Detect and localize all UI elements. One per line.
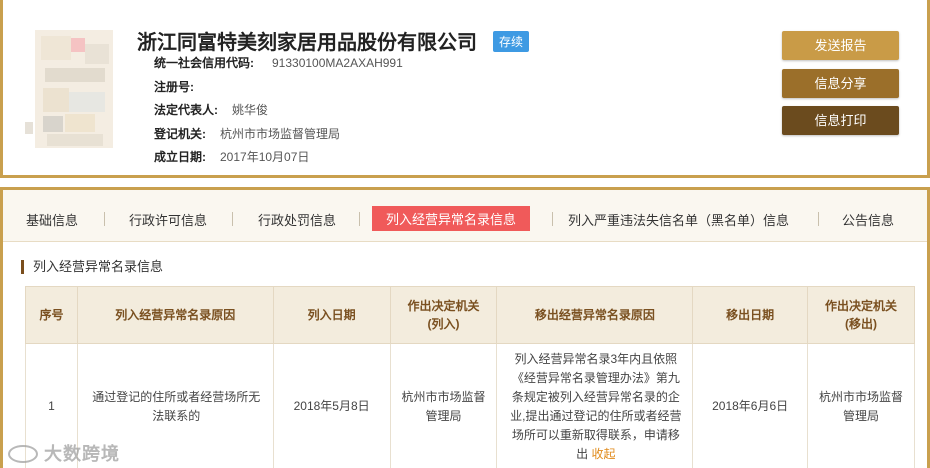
info-label: 注册号: — [154, 79, 194, 94]
status-badge: 存续 — [493, 31, 530, 52]
col-header-reason-in: 列入经营异常名录原因 — [76, 286, 274, 344]
tab-divider — [359, 212, 360, 226]
company-card: 浙江同富特美刻家居用品股份有限公司 存续 统一社会信用代码: 91330100MA… — [0, 0, 930, 178]
cell-authority-in: 杭州市市场监督管理局 — [389, 343, 498, 468]
tab-blacklist[interactable]: 列入严重违法失信名单（黑名单）信息 — [568, 210, 789, 229]
abnormal-operations-table: 序号 列入经营异常名录原因 列入日期 作出决定机关 (列入) 移出经营异常名录原… — [25, 286, 915, 468]
tab-basic-info[interactable]: 基础信息 — [26, 210, 78, 229]
send-report-button[interactable]: 发送报告 — [782, 31, 899, 60]
company-name: 浙江同富特美刻家居用品股份有限公司 — [137, 32, 477, 54]
tab-divider — [232, 212, 233, 226]
cell-authority-out: 杭州市市场监督管理局 — [807, 343, 915, 468]
header-line: 作出决定机关 — [825, 299, 898, 313]
cell-date-out: 2018年6月6日 — [692, 343, 809, 468]
company-info-list: 统一社会信用代码: 91330100MA2AXAH991 注册号: 法定代表人: 姚… — [154, 52, 403, 170]
watermark: 大数跨境 — [8, 440, 120, 466]
tab-bar: 基础信息 行政许可信息 行政处罚信息 列入经营异常名录信息 列入严重违法失信名单… — [3, 190, 927, 242]
info-label: 登记机关: — [154, 126, 206, 141]
info-value: 91330100MA2AXAH991 — [272, 56, 403, 70]
table-header-row: 序号 列入经营异常名录原因 列入日期 作出决定机关 (列入) 移出经营异常名录原… — [25, 286, 915, 344]
reason-out-text: 列入经营异常名录3年内且依照《经营异常名录管理办法》第九条规定被列入经营异常名录… — [510, 351, 682, 461]
header-line: (列入) — [427, 317, 460, 331]
info-row-established-date: 成立日期: 2017年10月07日 — [154, 146, 403, 170]
col-header-authority-out: 作出决定机关 (移出) — [807, 286, 915, 344]
tab-divider — [818, 212, 819, 226]
info-row-credit-code: 统一社会信用代码: 91330100MA2AXAH991 — [154, 52, 403, 76]
detail-panel: 基础信息 行政许可信息 行政处罚信息 列入经营异常名录信息 列入严重违法失信名单… — [0, 187, 930, 468]
info-label: 法定代表人: — [154, 103, 218, 117]
tab-divider — [104, 212, 105, 226]
col-header-seq: 序号 — [25, 286, 78, 344]
header-line: (移出) — [845, 317, 878, 331]
info-row-reg-authority: 登记机关: 杭州市市场监督管理局 — [154, 123, 403, 147]
info-label: 统一社会信用代码: — [154, 56, 254, 70]
watermark-logo-icon — [8, 445, 38, 463]
info-value: 杭州市市场监督管理局 — [220, 126, 341, 141]
info-value: 2017年10月07日 — [220, 150, 310, 164]
col-header-date-in: 列入日期 — [272, 286, 391, 344]
header-line: 作出决定机关 — [407, 299, 480, 313]
collapse-link[interactable]: 收起 — [591, 447, 615, 461]
print-info-button[interactable]: 信息打印 — [782, 106, 899, 135]
cell-date-in: 2018年5月8日 — [272, 343, 391, 468]
tab-divider — [552, 212, 553, 226]
table-row: 1 通过登记的住所或者经营场所无法联系的 2018年5月8日 杭州市市场监督管理… — [25, 343, 915, 468]
company-logo-image — [25, 18, 125, 156]
tab-abnormal-operations[interactable]: 列入经营异常名录信息 — [372, 206, 531, 231]
info-value: 姚华俊 — [232, 103, 269, 117]
info-row-reg-number: 注册号: — [154, 76, 403, 100]
cell-reason-out: 列入经营异常名录3年内且依照《经营异常名录管理办法》第九条规定被列入经营异常名录… — [496, 343, 694, 468]
share-info-button[interactable]: 信息分享 — [782, 69, 899, 98]
info-label: 成立日期: — [154, 150, 206, 164]
section-title: 列入经营异常名录信息 — [21, 260, 163, 274]
tab-announcements[interactable]: 公告信息 — [842, 210, 894, 229]
tab-admin-license[interactable]: 行政许可信息 — [129, 210, 207, 229]
col-header-date-out: 移出日期 — [692, 286, 809, 344]
info-row-legal-rep: 法定代表人: 姚华俊 — [154, 99, 403, 123]
tab-admin-penalty[interactable]: 行政处罚信息 — [258, 210, 336, 229]
col-header-authority-in: 作出决定机关 (列入) — [389, 286, 498, 344]
watermark-text: 大数跨境 — [44, 444, 120, 464]
col-header-reason-out: 移出经营异常名录原因 — [496, 286, 694, 344]
section-separator — [0, 178, 930, 187]
